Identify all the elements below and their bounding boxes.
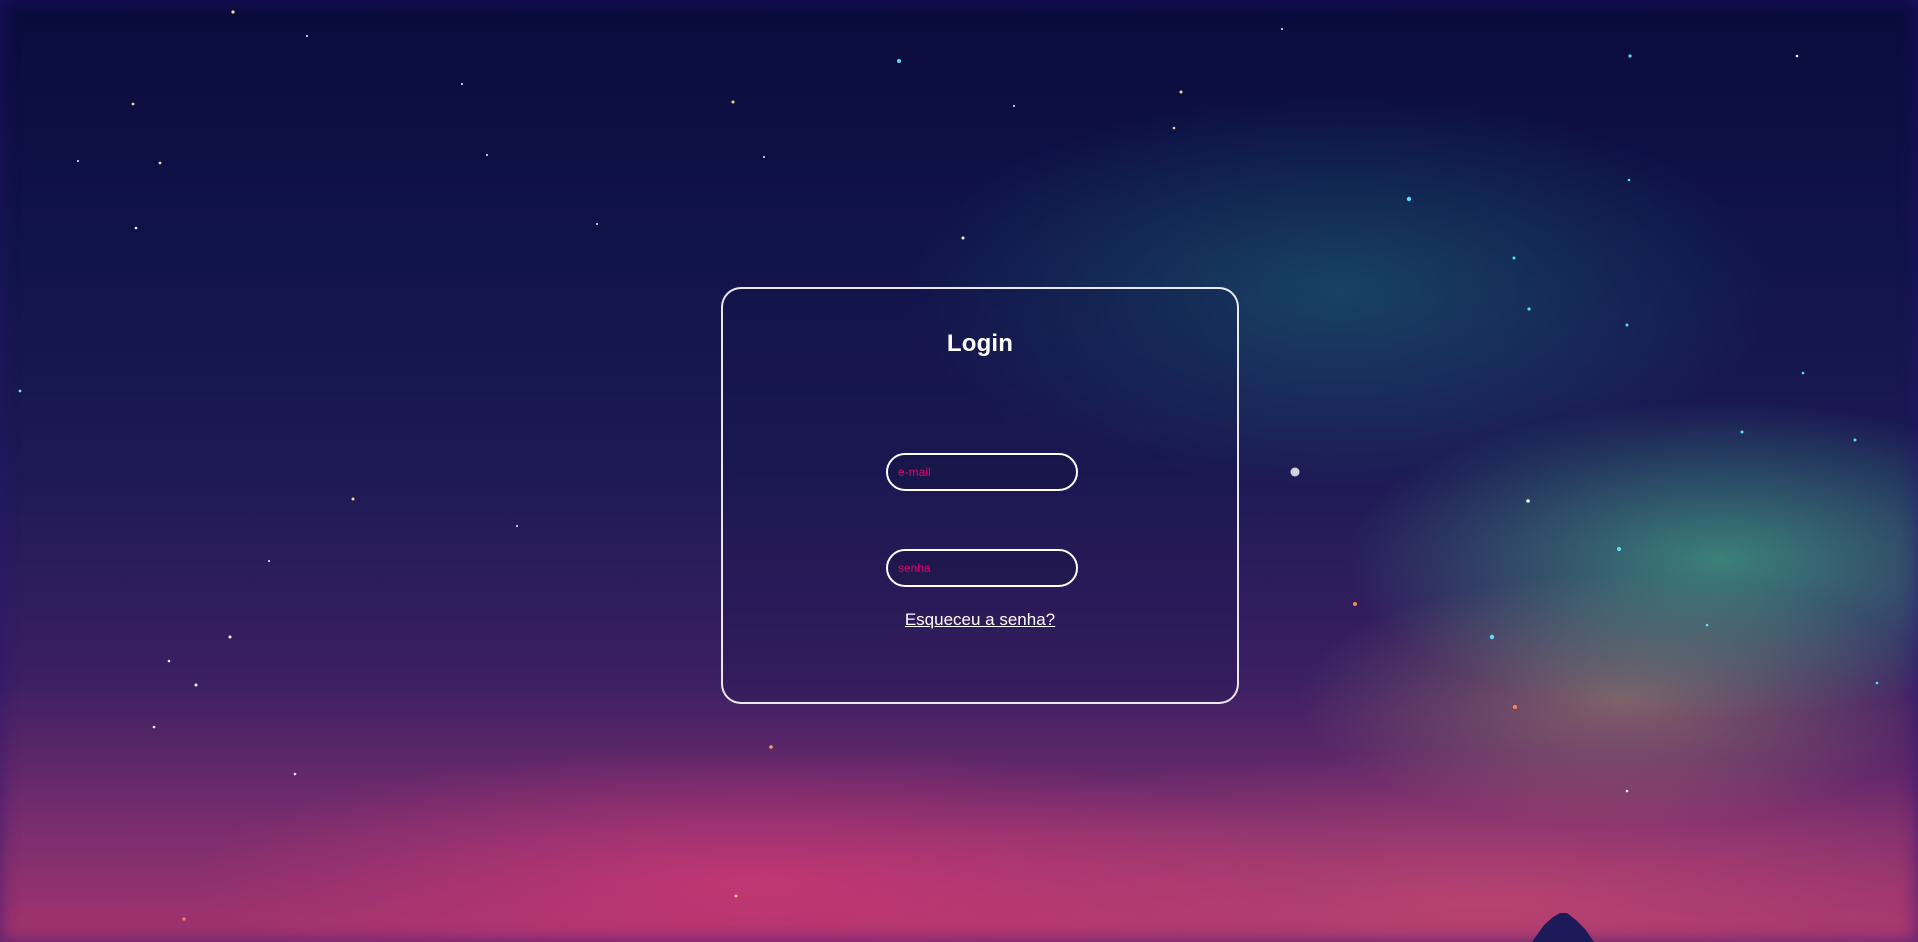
login-title: Login xyxy=(946,330,1014,357)
password-input[interactable] xyxy=(886,549,1078,587)
mountain-silhouette xyxy=(1532,913,1594,942)
email-input[interactable] xyxy=(886,453,1078,491)
login-card: Login Esqueceu a senha? xyxy=(721,287,1239,704)
forgot-password-link[interactable]: Esqueceu a senha? xyxy=(723,611,1237,628)
